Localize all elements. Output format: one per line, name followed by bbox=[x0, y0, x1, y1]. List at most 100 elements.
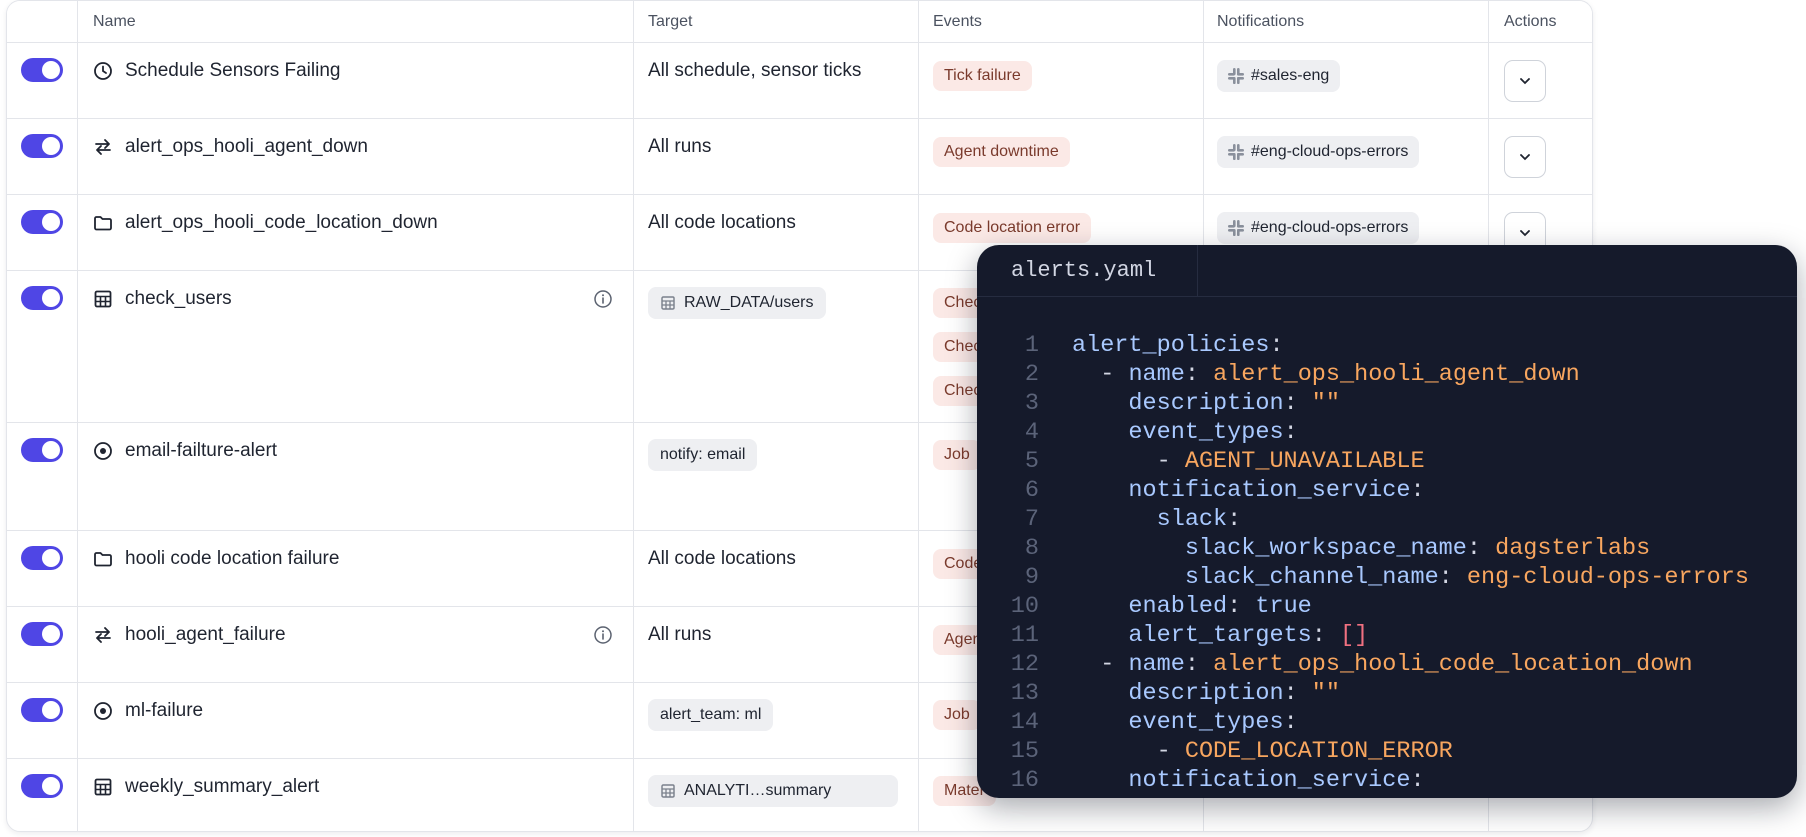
line-number: 12 bbox=[1010, 651, 1039, 678]
code-line: 12 - name: alert_ops_hooli_code_location… bbox=[977, 650, 1797, 679]
alert-name[interactable]: Schedule Sensors Failing bbox=[125, 60, 340, 82]
enable-toggle[interactable] bbox=[21, 210, 63, 234]
yaml-code-panel: alerts.yaml 1 alert_policies: 2 - name: al… bbox=[977, 245, 1797, 798]
code-text: event_types: bbox=[1128, 419, 1298, 446]
event-chip: Tick failure bbox=[933, 61, 1032, 91]
code-text: description: "" bbox=[1128, 680, 1340, 707]
code-line: 3 description: "" bbox=[977, 389, 1797, 418]
alert-target: All runs bbox=[648, 136, 712, 157]
enable-toggle[interactable] bbox=[21, 546, 63, 570]
line-number: 15 bbox=[1010, 738, 1039, 765]
line-number: 13 bbox=[1010, 680, 1039, 707]
code-line: 7 slack: bbox=[977, 505, 1797, 534]
code-text: description: "" bbox=[1128, 390, 1340, 417]
line-number: 14 bbox=[1010, 709, 1039, 736]
asset-target-chip[interactable]: ANALYTI…summary bbox=[648, 775, 898, 807]
asset-target-chip[interactable]: RAW_DATA/users bbox=[648, 287, 826, 319]
notification-channel: #eng-cloud-ops-errors bbox=[1251, 143, 1409, 160]
tag-target-chip[interactable]: alert_team: ml bbox=[648, 699, 774, 731]
code-text: - name: alert_ops_hooli_code_location_do… bbox=[1100, 651, 1693, 678]
line-number: 2 bbox=[1024, 361, 1039, 388]
row-actions-button[interactable] bbox=[1504, 136, 1546, 178]
code-text: enabled: true bbox=[1128, 593, 1312, 620]
code-text: - CODE_LOCATION_ERROR bbox=[1156, 738, 1453, 765]
table-icon bbox=[661, 296, 675, 310]
notification-chip: #eng-cloud-ops-errors bbox=[1217, 212, 1420, 244]
chevron-down-icon bbox=[1520, 154, 1530, 161]
alert-name[interactable]: alert_ops_hooli_agent_down bbox=[125, 136, 368, 158]
chevron-down-icon bbox=[1520, 78, 1530, 85]
line-number: 5 bbox=[1024, 448, 1039, 475]
alert-name[interactable]: hooli code location failure bbox=[125, 548, 339, 570]
table-icon bbox=[94, 290, 112, 308]
enable-toggle[interactable] bbox=[21, 286, 63, 310]
asset-target-label: ANALYTI…summary bbox=[684, 782, 832, 799]
code-line: 6 notification_service: bbox=[977, 476, 1797, 505]
header-notifications[interactable]: Notifications bbox=[1217, 1, 1304, 43]
alert-target: All runs bbox=[648, 624, 712, 645]
header-events[interactable]: Events bbox=[933, 1, 982, 43]
asset-target-label: RAW_DATA/users bbox=[684, 294, 814, 311]
code-line: 15 - CODE_LOCATION_ERROR bbox=[977, 737, 1797, 766]
event-chip: Job bbox=[933, 440, 981, 470]
code-file-tab[interactable]: alerts.yaml bbox=[977, 245, 1198, 297]
target-icon bbox=[94, 442, 112, 460]
slack-icon bbox=[1228, 68, 1244, 84]
code-line: 11 alert_targets: [] bbox=[977, 621, 1797, 650]
info-icon[interactable] bbox=[593, 625, 613, 645]
code-text: alert_policies: bbox=[1072, 332, 1284, 359]
line-number: 10 bbox=[1010, 593, 1039, 620]
alert-target: All code locations bbox=[648, 548, 796, 569]
alert-name[interactable]: alert_ops_hooli_code_location_down bbox=[125, 212, 438, 234]
clock-icon bbox=[94, 62, 112, 80]
alert-name[interactable]: ml-failure bbox=[125, 700, 203, 722]
notification-chip: #eng-cloud-ops-errors bbox=[1217, 136, 1420, 168]
code-editor[interactable]: 1 alert_policies: 2 - name: alert_ops_hool… bbox=[977, 331, 1797, 795]
line-number: 16 bbox=[1010, 767, 1039, 794]
slack-icon bbox=[1228, 220, 1244, 236]
folder-icon bbox=[94, 216, 112, 231]
header-actions: Actions bbox=[1504, 13, 1557, 30]
enable-toggle[interactable] bbox=[21, 698, 63, 722]
tag-target-chip[interactable]: notify: email bbox=[648, 439, 758, 471]
enable-toggle[interactable] bbox=[21, 438, 63, 462]
enable-toggle[interactable] bbox=[21, 134, 63, 158]
alert-name[interactable]: check_users bbox=[125, 288, 232, 310]
code-tab-bar: alerts.yaml bbox=[977, 245, 1797, 297]
code-text: notification_service: bbox=[1128, 477, 1425, 504]
code-line: 2 - name: alert_ops_hooli_agent_down bbox=[977, 360, 1797, 389]
event-chip: Job bbox=[933, 700, 981, 730]
code-line: 16 notification_service: bbox=[977, 766, 1797, 795]
alert-name[interactable]: weekly_summary_alert bbox=[125, 776, 319, 798]
chevron-down-icon bbox=[1520, 230, 1530, 237]
slack-icon bbox=[1228, 144, 1244, 160]
table-row: alert_ops_hooli_agent_down All runs Agen… bbox=[7, 119, 1592, 195]
table-icon bbox=[94, 778, 112, 796]
code-line: 1 alert_policies: bbox=[977, 331, 1797, 360]
code-text: slack_workspace_name: dagsterlabs bbox=[1184, 535, 1651, 562]
row-actions-button[interactable] bbox=[1504, 60, 1546, 102]
code-line: 10 enabled: true bbox=[977, 592, 1797, 621]
header-target[interactable]: Target bbox=[648, 1, 692, 43]
code-text: - name: alert_ops_hooli_agent_down bbox=[1100, 361, 1580, 388]
header-name[interactable]: Name bbox=[93, 1, 136, 43]
enable-toggle[interactable] bbox=[21, 622, 63, 646]
info-icon[interactable] bbox=[593, 289, 613, 309]
code-text: slack_channel_name: eng-cloud-ops-errors bbox=[1184, 564, 1749, 591]
event-chip: Code location error bbox=[933, 213, 1092, 243]
code-line: 5 - AGENT_UNAVAILABLE bbox=[977, 447, 1797, 476]
enable-toggle[interactable] bbox=[21, 774, 63, 798]
alert-name[interactable]: hooli_agent_failure bbox=[125, 624, 286, 646]
swap-arrows-icon bbox=[95, 627, 111, 643]
code-text: notification_service: bbox=[1128, 767, 1425, 794]
enable-toggle[interactable] bbox=[21, 58, 63, 82]
event-chip: Agent downtime bbox=[933, 137, 1070, 167]
alert-name[interactable]: email-failture-alert bbox=[125, 440, 277, 462]
code-line: 4 event_types: bbox=[977, 418, 1797, 447]
notification-channel: #eng-cloud-ops-errors bbox=[1251, 219, 1409, 236]
code-line: 9 slack_channel_name: eng-cloud-ops-erro… bbox=[977, 563, 1797, 592]
code-text: event_types: bbox=[1128, 709, 1298, 736]
line-number: 1 bbox=[1024, 332, 1039, 359]
code-line: 14 event_types: bbox=[977, 708, 1797, 737]
line-number: 4 bbox=[1024, 419, 1039, 446]
